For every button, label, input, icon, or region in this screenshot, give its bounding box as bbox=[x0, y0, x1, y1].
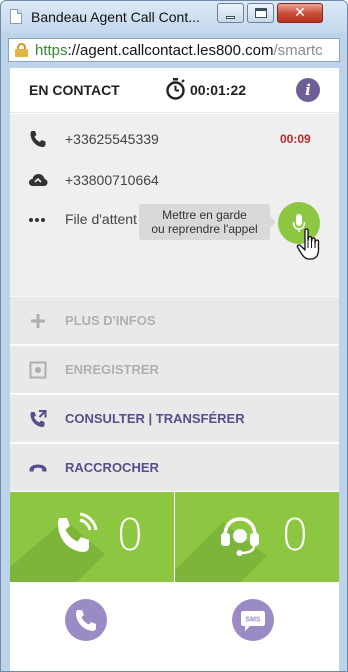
maximize-icon bbox=[254, 8, 267, 18]
url-scheme: https bbox=[35, 41, 68, 59]
counters-panel: 0 0 bbox=[10, 492, 339, 582]
tooltip-line-1: Mettre en garde bbox=[162, 208, 247, 222]
hold-tooltip: Mettre en garde ou reprendre l'appel bbox=[139, 204, 276, 240]
cloud-icon bbox=[29, 174, 48, 186]
more-info-action[interactable]: PLUS D'INFOS bbox=[10, 296, 339, 344]
incoming-call-icon bbox=[58, 512, 98, 552]
status-label: EN CONTACT bbox=[29, 82, 120, 98]
transfer-label: CONSULTER | TRANSFÉRER bbox=[65, 411, 245, 426]
info-button[interactable]: i bbox=[296, 78, 320, 102]
url-text[interactable]: https://agent.callcontact.les800.com/sma… bbox=[35, 42, 323, 59]
browser-window: Bandeau Agent Call Cont... ✕ https://age… bbox=[0, 0, 348, 672]
hangup-action[interactable]: RACCROCHER bbox=[10, 443, 339, 491]
page-icon bbox=[10, 9, 22, 24]
caller-number: +33625545339 bbox=[65, 131, 159, 147]
tooltip-line-2: ou reprendre l'appel bbox=[151, 222, 258, 236]
transfer-icon bbox=[30, 410, 47, 427]
hangup-icon bbox=[29, 464, 47, 472]
url-domain: ://agent.callcontact.les800.com bbox=[67, 41, 274, 59]
transfer-action[interactable]: CONSULTER | TRANSFÉRER bbox=[10, 394, 339, 442]
close-icon: ✕ bbox=[294, 5, 306, 21]
phone-icon bbox=[30, 131, 46, 147]
sms-icon: SMS bbox=[241, 611, 265, 631]
phone-call-icon bbox=[76, 610, 96, 631]
called-number: +33800710664 bbox=[65, 172, 159, 188]
minimize-icon bbox=[226, 15, 235, 19]
maximize-button[interactable] bbox=[247, 3, 274, 23]
address-bar[interactable]: https://agent.callcontact.les800.com/sma… bbox=[8, 38, 340, 62]
caller-row: +33625545339 00:09 bbox=[10, 124, 339, 154]
caller-duration: 00:09 bbox=[280, 132, 311, 146]
called-row: +33800710664 bbox=[10, 165, 339, 195]
stopwatch-icon bbox=[166, 78, 185, 100]
calls-count: 0 bbox=[116, 510, 144, 561]
window-title: Bandeau Agent Call Cont... bbox=[31, 9, 200, 25]
url-path: /smartc bbox=[273, 41, 323, 59]
calls-counter: 0 bbox=[10, 492, 174, 582]
plus-icon bbox=[31, 314, 45, 328]
close-button[interactable]: ✕ bbox=[277, 3, 323, 23]
record-action[interactable]: ENREGISTRER bbox=[10, 345, 339, 393]
call-info-panel: +33625545339 00:09 +33800710664 File d'a… bbox=[10, 114, 339, 296]
app-header: EN CONTACT 00:01:22 i bbox=[10, 68, 339, 113]
lock-icon bbox=[15, 43, 28, 57]
more-icon bbox=[29, 218, 45, 222]
agents-count: 0 bbox=[281, 510, 309, 561]
hangup-label: RACCROCHER bbox=[65, 460, 159, 475]
record-icon bbox=[29, 361, 47, 379]
call-button[interactable] bbox=[65, 599, 107, 641]
queue-label: File d'attent bbox=[65, 211, 137, 227]
call-timer: 00:01:22 bbox=[190, 82, 247, 98]
sms-button[interactable]: SMS bbox=[232, 599, 274, 641]
minimize-button[interactable] bbox=[217, 3, 244, 23]
bottom-bar: SMS bbox=[10, 582, 339, 671]
headset-icon bbox=[221, 517, 259, 556]
svg-text:SMS: SMS bbox=[245, 617, 261, 624]
more-info-label: PLUS D'INFOS bbox=[65, 313, 156, 328]
hand-cursor-icon bbox=[296, 228, 320, 260]
agent-app: EN CONTACT 00:01:22 i +33625545339 00:09 bbox=[10, 68, 339, 671]
record-label: ENREGISTRER bbox=[65, 362, 159, 377]
title-bar: Bandeau Agent Call Cont... ✕ bbox=[1, 1, 347, 33]
agents-counter: 0 bbox=[175, 492, 339, 582]
